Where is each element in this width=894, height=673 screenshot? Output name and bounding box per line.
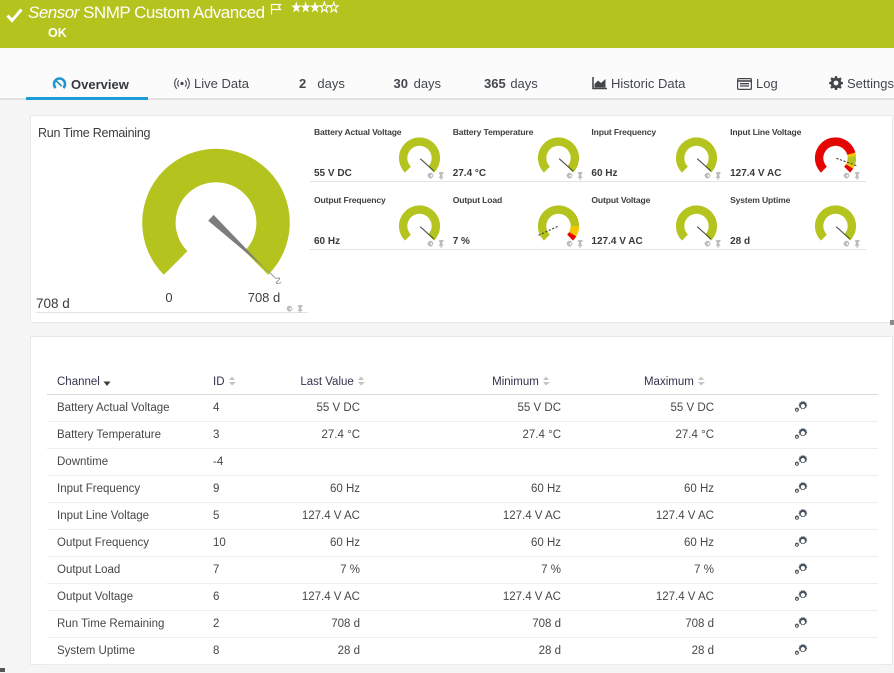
svg-text:☡: ☡: [274, 276, 282, 286]
